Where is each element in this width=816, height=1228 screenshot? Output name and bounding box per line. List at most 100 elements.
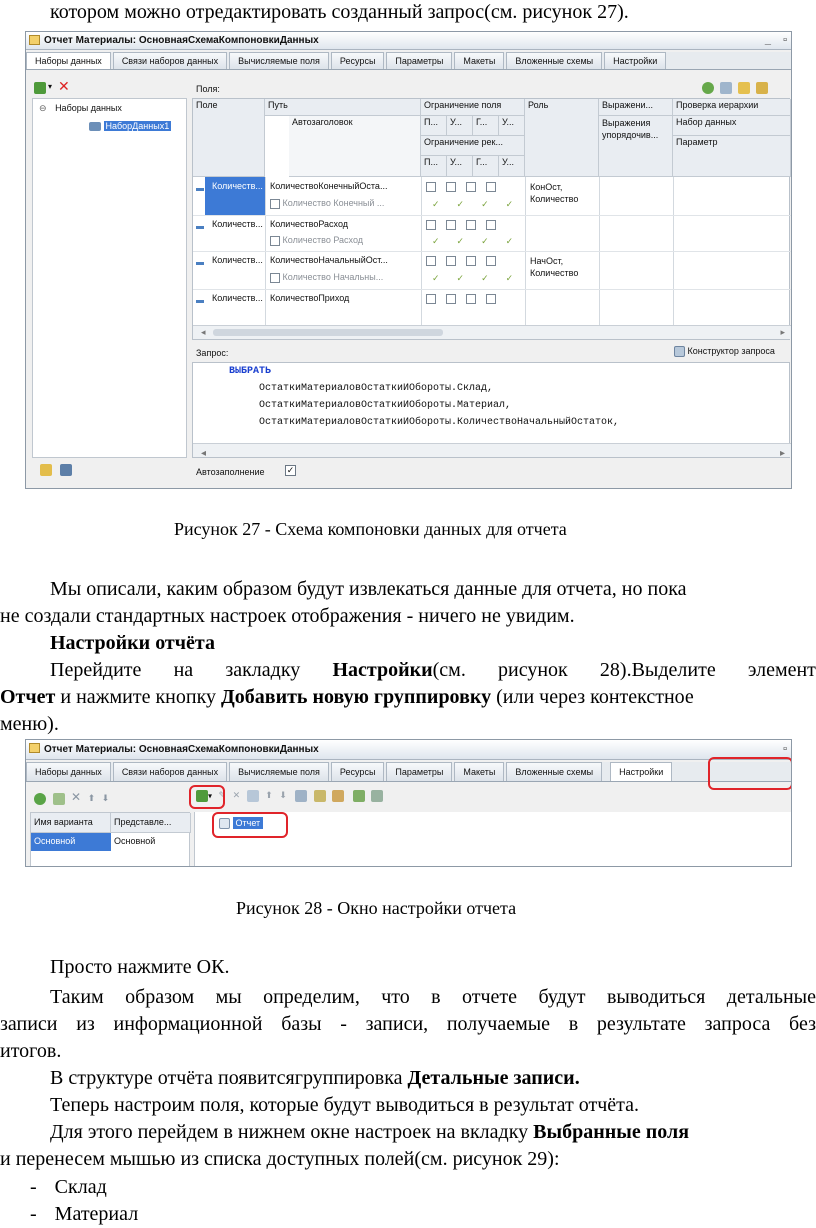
tab-layouts[interactable]: Макеты — [454, 52, 505, 69]
query-editor[interactable]: ВЫБРАТЬ ОстаткиМатериаловОстаткиИОбороты… — [192, 362, 791, 459]
tab-datasets[interactable]: Наборы данных — [26, 762, 111, 781]
delete-icon[interactable]: ✕ — [71, 790, 81, 804]
copy-variant-icon[interactable] — [52, 792, 65, 805]
restriction-checkboxes[interactable] — [423, 180, 499, 193]
query-line: ОстаткиМатериаловОстаткиИОбороты.Материа… — [259, 400, 512, 411]
structure-icon-5[interactable] — [371, 790, 384, 802]
delete-icon[interactable]: ✕ — [58, 78, 70, 95]
tab-nested-schemes[interactable]: Вложенные схемы — [506, 52, 603, 69]
structure-icon-4[interactable] — [352, 790, 365, 802]
tab-datasets[interactable]: Наборы данных — [26, 52, 111, 69]
tab-settings[interactable]: Настройки — [604, 52, 667, 69]
add-dataset-icon[interactable] — [34, 82, 46, 94]
cell-path[interactable]: КоличествоРасход — [267, 218, 421, 230]
minimize-button[interactable]: _ — [765, 32, 771, 49]
cell-field[interactable]: Количеств... — [209, 180, 265, 192]
query-scrollbar[interactable]: ◂ ▸ — [193, 443, 791, 459]
move-down-icon[interactable]: ⬇ — [102, 793, 110, 803]
scroll-left-icon[interactable]: ◂ — [201, 327, 206, 338]
move-up-icon[interactable]: ⬆ — [88, 793, 96, 803]
tab-dataset-links[interactable]: Связи наборов данных — [112, 762, 228, 781]
column-header-variant: Имя варианта — [31, 813, 111, 833]
autotitle-checkbox[interactable] — [270, 198, 280, 209]
restriction-checkboxes[interactable] — [423, 218, 499, 231]
structure-icon-2[interactable] — [313, 790, 326, 802]
cell-field[interactable]: Количеств... — [209, 218, 265, 230]
settings-window: Отчет Материалы: ОсновнаяСхемаКомпоновки… — [25, 739, 792, 867]
restore-button[interactable]: ▫ — [783, 32, 787, 49]
structure-icon-3[interactable] — [332, 790, 345, 802]
cell-path[interactable]: КоличествоКонечныйОста... — [267, 180, 421, 192]
add-variant-icon[interactable] — [34, 792, 46, 805]
restriction-checkboxes[interactable] — [423, 292, 499, 305]
tab-settings[interactable]: Настройки — [610, 762, 673, 781]
paragraph-line: Просто нажмите ОК. — [50, 956, 230, 978]
tab-calculated-fields[interactable]: Вычисляемые поля — [229, 762, 329, 781]
query-constructor-button[interactable]: Конструктор запроса — [674, 346, 775, 358]
text-line: котором можно отредактировать созданный … — [50, 1, 629, 23]
horizontal-scrollbar[interactable]: ◂ ▸ — [193, 325, 791, 339]
column-header-autotitle: Автозаголовок — [289, 116, 421, 177]
cell-title[interactable]: Количество Расход — [267, 234, 421, 247]
query-line: ВЫБРАТЬ — [229, 366, 272, 377]
properties-icon[interactable] — [246, 790, 259, 802]
table-row[interactable]: Основной Основной — [31, 833, 191, 851]
cell-field[interactable]: Количеств... — [209, 254, 265, 266]
row-marker — [193, 257, 207, 269]
cell-title[interactable]: Количество Конечный ... — [267, 197, 421, 210]
paragraph-line: Для этого перейдем в нижнем окне настрое… — [50, 1121, 690, 1143]
tree-item-dataset[interactable]: НаборДанных1 — [89, 121, 172, 132]
move-up-icon[interactable]: ⬆ — [265, 790, 273, 800]
highlight-report-item — [212, 812, 288, 838]
cell-role[interactable]: НачОст, Количество — [527, 254, 599, 280]
collapse-icon[interactable]: ⊖ — [39, 103, 47, 113]
tab-layouts[interactable]: Макеты — [454, 762, 505, 781]
add-field-icon[interactable] — [702, 82, 714, 94]
autotitle-checkbox[interactable] — [270, 272, 280, 283]
column-header-restriction: Ограничение поля — [421, 99, 525, 116]
structure-icon-1[interactable] — [295, 790, 308, 802]
cell-role[interactable]: КонОст, Количество — [527, 180, 599, 206]
delete-icon[interactable]: ✕ — [233, 790, 241, 800]
autofill-checkbox[interactable]: ✓ — [285, 465, 296, 476]
cell-field[interactable]: Количеств... — [209, 292, 265, 304]
subheader-7: Г... — [473, 156, 499, 177]
table-row[interactable]: Количеств... КоличествоПриход — [193, 289, 791, 325]
tab-resources[interactable]: Ресурсы — [330, 52, 385, 69]
table-row[interactable]: Количеств... КоличествоКонечныйОста... К… — [193, 177, 791, 215]
query-label: Запрос: — [196, 348, 229, 358]
cell-path[interactable]: КоличествоПриход — [267, 292, 421, 304]
table-row[interactable]: Количеств... КоличествоНачальныйОст... К… — [193, 251, 791, 289]
variants-table: Имя варианта Представле... Основной Осно… — [30, 812, 191, 866]
tab-parameters[interactable]: Параметры — [386, 52, 453, 69]
scroll-right-icon[interactable]: ▸ — [780, 327, 785, 338]
restriction-checkboxes[interactable] — [423, 254, 499, 267]
move-down-icon[interactable]: ⬇ — [279, 790, 287, 800]
column-header-hierarchy-param: Параметр — [673, 136, 791, 177]
dropdown-arrow-icon[interactable]: ▾ — [48, 82, 52, 91]
cell-path[interactable]: КоличествоНачальныйОст... — [267, 254, 421, 266]
cell-title[interactable]: Количество Начальны... — [267, 271, 421, 284]
scroll-right-icon[interactable]: ▸ — [780, 445, 785, 462]
autotitle-checkbox[interactable] — [270, 235, 280, 246]
copy-icon[interactable] — [720, 82, 732, 94]
scroll-thumb[interactable] — [213, 329, 443, 336]
tree-root[interactable]: ⊖ Наборы данных — [39, 103, 122, 114]
tab-nested-schemes[interactable]: Вложенные схемы — [506, 762, 603, 781]
tab-dataset-links[interactable]: Связи наборов данных — [112, 52, 228, 69]
paragraph-line-justified: Таким образом мы определим, что в отчете… — [50, 986, 816, 1008]
subheader-5: П... — [421, 156, 447, 177]
tab-parameters[interactable]: Параметры — [386, 762, 453, 781]
open-folder-icon[interactable] — [40, 464, 52, 476]
folder-add-icon[interactable] — [738, 82, 750, 94]
row-marker — [193, 183, 207, 195]
tab-resources[interactable]: Ресурсы — [330, 762, 385, 781]
save-icon[interactable] — [60, 464, 72, 476]
table-row[interactable]: Количеств... КоличествоРасход Количество… — [193, 215, 791, 251]
cell-variant-repr[interactable]: Основной — [111, 833, 191, 851]
tab-calculated-fields[interactable]: Вычисляемые поля — [229, 52, 329, 69]
cell-variant-name[interactable]: Основной — [31, 833, 111, 851]
column-header-hierarchy-set: Набор данных — [673, 116, 791, 136]
folder-icon[interactable] — [756, 82, 768, 94]
scroll-left-icon[interactable]: ◂ — [201, 445, 206, 462]
